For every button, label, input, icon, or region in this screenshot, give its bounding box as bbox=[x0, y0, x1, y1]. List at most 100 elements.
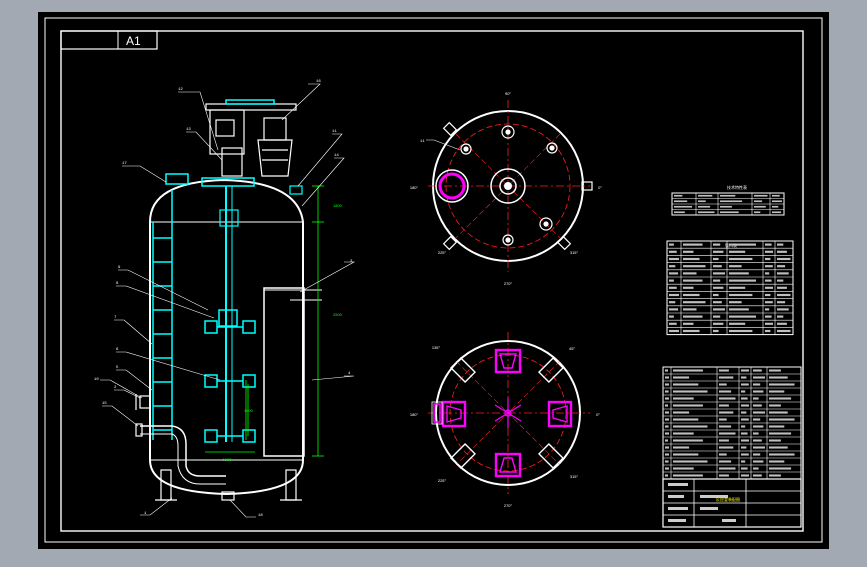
tech-table-cell-text bbox=[698, 200, 706, 203]
nozzle-table-cell-text bbox=[729, 250, 746, 253]
part-balloon: 13 bbox=[186, 128, 191, 132]
parts-list-cell-text bbox=[673, 432, 694, 435]
parts-list-cell-text bbox=[665, 369, 668, 372]
drawing-title: 反应釜装配图 bbox=[716, 496, 740, 502]
parts-list-cell-text bbox=[753, 432, 759, 435]
nozzle-table-cell-text bbox=[713, 329, 719, 333]
parts-list-cell-text bbox=[673, 425, 708, 428]
nozzle-table-cell-text bbox=[729, 322, 746, 325]
nozzle-table-cell-text bbox=[683, 265, 706, 268]
parts-list-cell-text bbox=[673, 411, 690, 414]
sheet-background bbox=[38, 12, 829, 549]
parts-list-cell-text bbox=[753, 467, 759, 470]
tech-table-cell-text bbox=[674, 194, 683, 197]
tech-table-title: 技术特性表 bbox=[727, 184, 747, 190]
nozzle-table-cell-text bbox=[729, 243, 756, 246]
nozzle-table-cell-text bbox=[777, 308, 789, 311]
nozzle-table-cell-text bbox=[765, 250, 773, 253]
nozzle-table-cell-text bbox=[777, 315, 784, 318]
parts-list-cell-text bbox=[753, 474, 762, 477]
cad-viewport: A1 1000 2500 1400 1800 12 13 16 17 11 14… bbox=[0, 0, 867, 562]
parts-list-cell-text bbox=[753, 397, 759, 400]
tech-table-cell-text bbox=[720, 194, 736, 197]
parts-list-cell-text bbox=[741, 446, 747, 449]
nozzle-table-cell-text bbox=[669, 257, 679, 261]
nozzle-table-cell-text bbox=[669, 243, 674, 246]
parts-list-cell-text bbox=[741, 453, 749, 456]
nozzle-table-cell-text bbox=[669, 250, 677, 253]
nozzle-table-cell-text bbox=[683, 301, 706, 304]
parts-list-cell-text bbox=[769, 411, 788, 414]
nozzle-table-cell-text bbox=[777, 322, 787, 325]
nozzle-table-cell-text bbox=[713, 279, 721, 282]
parts-list-cell-text bbox=[769, 404, 781, 407]
tech-table-cell-text bbox=[772, 194, 780, 197]
tech-table-cell-text bbox=[720, 205, 732, 208]
parts-list-cell-text bbox=[741, 432, 748, 435]
part-balloon: 15 bbox=[102, 402, 107, 406]
part-balloon: 16 bbox=[316, 80, 321, 84]
parts-list-cell-text bbox=[753, 404, 762, 407]
tech-table-cell-text bbox=[674, 205, 692, 208]
parts-list-cell-text bbox=[741, 425, 746, 428]
tech-table-cell-text bbox=[754, 194, 768, 197]
parts-list-cell-text bbox=[741, 397, 748, 400]
part-balloon: 14 bbox=[334, 154, 339, 158]
nozzle-table-cell-text bbox=[683, 286, 694, 289]
parts-list-cell-text bbox=[769, 418, 795, 421]
nozzle-table-cell-text bbox=[683, 329, 700, 333]
parts-list-cell-text bbox=[665, 376, 669, 379]
nozzle-table-cell-text bbox=[683, 315, 703, 318]
tech-table-cell-text bbox=[772, 205, 779, 208]
tech-table-cell-text bbox=[754, 200, 763, 203]
parts-list-cell-text bbox=[665, 397, 669, 400]
parts-list-cell-text bbox=[719, 390, 732, 393]
nozzle-table-cell-text bbox=[683, 308, 697, 311]
top-angle-315: 315° bbox=[570, 250, 579, 255]
nozzle-table-cell-text bbox=[765, 243, 772, 246]
nozzle-table-cell-text bbox=[683, 279, 703, 282]
nozzle-table-cell-text bbox=[765, 279, 772, 282]
parts-list-cell-text bbox=[741, 383, 749, 386]
nozzle-table-cell-text bbox=[729, 257, 753, 261]
tech-table-cell-text bbox=[698, 211, 715, 214]
nozzle-table-cell-text bbox=[669, 322, 677, 325]
parts-list-cell-text bbox=[719, 411, 734, 414]
nozzle-table-cell-text bbox=[765, 308, 770, 311]
tech-table-cell-text bbox=[772, 200, 782, 203]
nozzle-table-cell-text bbox=[777, 293, 791, 297]
parts-list-cell-text bbox=[665, 383, 669, 386]
parts-list-cell-text bbox=[753, 418, 761, 421]
nozzle-table-cell-text bbox=[683, 243, 703, 246]
bottom-angle-0: 0° bbox=[596, 412, 600, 417]
parts-list-cell-text bbox=[673, 383, 699, 386]
parts-list-cell-text bbox=[719, 439, 729, 442]
nozzle-table-cell-text bbox=[777, 257, 791, 261]
parts-list-cell-text bbox=[665, 446, 669, 449]
parts-list-cell-text bbox=[665, 404, 668, 407]
nozzle-table-cell-text bbox=[765, 293, 771, 297]
tech-table-cell-text bbox=[674, 211, 685, 214]
parts-list-cell-text bbox=[769, 390, 785, 393]
parts-list-cell-text bbox=[673, 467, 694, 470]
top-angle-0: 0° bbox=[598, 185, 602, 190]
nozzle-table-cell-text bbox=[777, 243, 784, 246]
parts-list-cell-text bbox=[753, 439, 762, 442]
nozzle-table-cell-text bbox=[683, 257, 700, 261]
part-balloon: 12 bbox=[178, 88, 183, 92]
tech-table-cell-text bbox=[720, 200, 743, 203]
parts-list-cell-text bbox=[719, 383, 727, 386]
nozzle-table-cell-text bbox=[777, 286, 787, 289]
parts-list-cell-text bbox=[673, 439, 703, 442]
parts-list-cell-text bbox=[769, 432, 792, 435]
nozzle-table-cell-text bbox=[765, 301, 773, 304]
nozzle-table-cell-text bbox=[713, 243, 721, 246]
parts-list-cell-text bbox=[741, 390, 746, 393]
nozzle-table-cell-text bbox=[777, 301, 786, 304]
bottom-angle-225: 225° bbox=[438, 478, 447, 483]
parts-list-cell-text bbox=[673, 460, 708, 463]
bottom-angle-135: 135° bbox=[432, 345, 441, 350]
parts-list-cell-text bbox=[769, 383, 795, 386]
parts-list-cell-text bbox=[673, 404, 703, 407]
nozzle-table-cell-text bbox=[765, 265, 773, 268]
